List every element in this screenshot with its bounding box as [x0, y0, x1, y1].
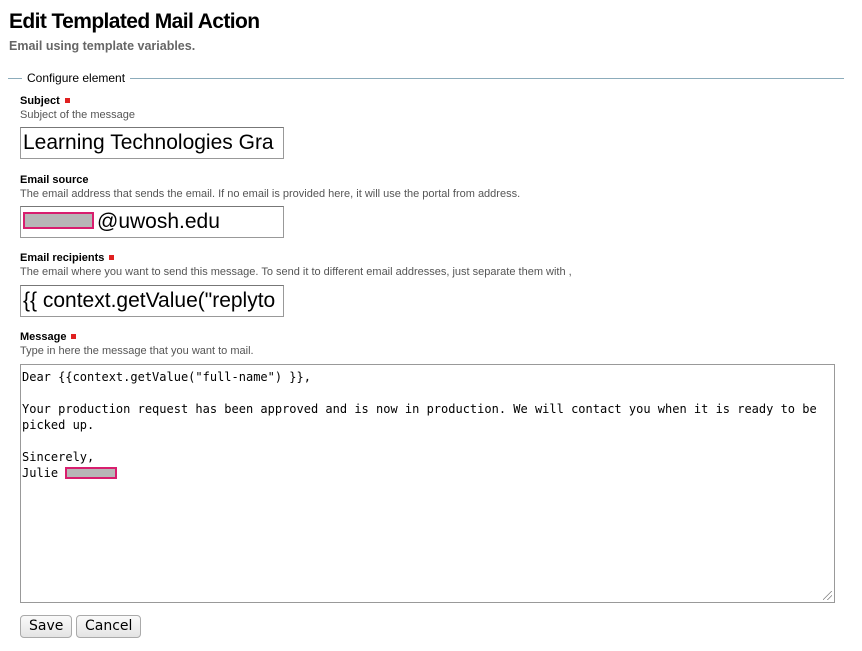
save-button[interactable]: Save: [20, 615, 73, 638]
subject-field[interactable]: [20, 127, 284, 159]
signature-name: Julie: [22, 466, 66, 480]
message-label-text: Message: [20, 331, 67, 343]
resize-grip-icon[interactable]: [823, 591, 832, 600]
subject-input[interactable]: [23, 128, 279, 158]
message-help: Type in here the message that you want t…: [20, 345, 254, 357]
fieldset-border: [8, 78, 844, 79]
source-help: The email address that sends the email. …: [20, 188, 521, 200]
source-field[interactable]: @uwosh.edu: [20, 206, 284, 238]
message-line: Your production request has been approve…: [22, 402, 817, 416]
recipients-input[interactable]: [23, 286, 279, 316]
required-marker: [71, 334, 77, 339]
message-label: Message: [20, 330, 77, 344]
required-marker: [109, 255, 115, 260]
message-line: Sincerely,: [22, 450, 95, 464]
message-line: Dear {{context.getValue("full-name") }},: [22, 370, 311, 384]
recipients-field[interactable]: [20, 285, 284, 317]
subject-label-text: Subject: [20, 95, 60, 107]
redacted-username: [23, 212, 94, 229]
recipients-label-text: Email recipients: [20, 252, 105, 264]
redacted-surname: [65, 467, 118, 479]
message-textarea[interactable]: Dear {{context.getValue("full-name") }},…: [20, 364, 835, 603]
subject-label: Subject: [20, 94, 70, 108]
subject-help: Subject of the message: [20, 109, 135, 121]
recipients-label: Email recipients: [20, 251, 115, 265]
page-description: Email using template variables.: [9, 39, 196, 53]
recipients-help: The email where you want to send this me…: [20, 266, 572, 278]
page-title: Edit Templated Mail Action: [9, 10, 260, 33]
message-signature-line: Julie: [22, 465, 834, 481]
source-label: Email source: [20, 174, 89, 186]
source-domain: @uwosh.edu: [97, 210, 220, 233]
fieldset-legend: Configure element: [22, 71, 131, 85]
message-line: picked up.: [22, 418, 95, 432]
required-marker: [64, 98, 70, 103]
cancel-button[interactable]: Cancel: [76, 615, 142, 638]
